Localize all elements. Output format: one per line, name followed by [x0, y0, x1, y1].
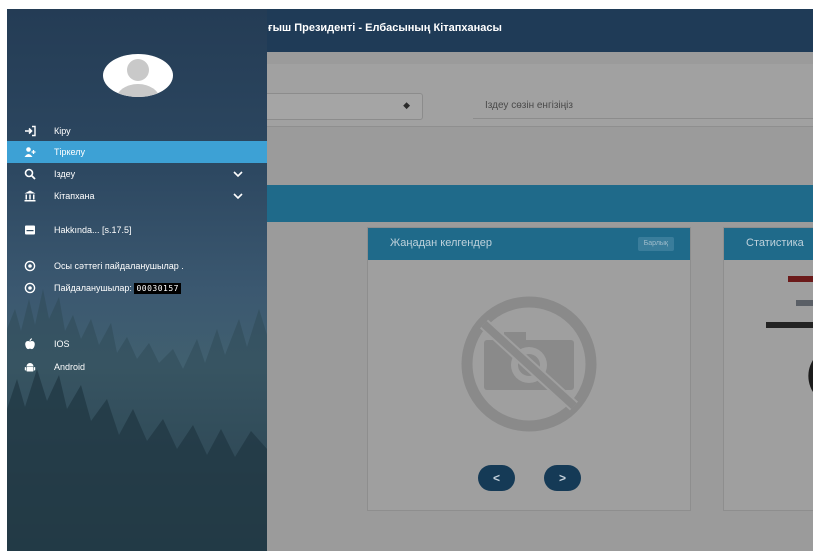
statistics-title: Статистика: [746, 237, 804, 249]
target-icon: [24, 260, 36, 272]
chevron-down-icon: [233, 171, 243, 178]
user-count-label: Пайдаланушылар:: [54, 283, 132, 293]
sidebar-item-search[interactable]: Іздеу: [7, 163, 267, 185]
statistics-card: Статистика: [723, 227, 813, 511]
sidebar-item-ios[interactable]: IOS: [7, 333, 267, 355]
view-all-button[interactable]: Барлық: [637, 237, 674, 251]
new-arrivals-card: Жаңадан келгендер Барлық < >: [367, 227, 691, 511]
header-title: ғыш Президенті - Елбасының Кітапханасы: [268, 22, 502, 34]
search-icon: [24, 168, 36, 180]
sidebar-item-label: IOS: [54, 339, 70, 349]
no-image-icon: [461, 296, 597, 432]
carousel-prev-button[interactable]: <: [478, 465, 515, 491]
card-icon: [25, 225, 35, 235]
add-user-icon: [24, 147, 36, 157]
apple-icon: [25, 338, 35, 350]
user-counter: 00030157: [134, 283, 181, 294]
sidebar-item-login[interactable]: Кіру: [7, 120, 267, 142]
statistics-header: Статистика: [724, 228, 813, 260]
sidebar-item-user-count: Пайдаланушылар: 00030157: [7, 277, 267, 299]
avatar[interactable]: [103, 54, 173, 97]
sidebar-item-label: Кіру: [54, 126, 71, 136]
statistics-chart-icon: [766, 276, 813, 396]
sidebar-item-label: Тіркелу: [54, 147, 85, 157]
sidebar-item-online-users: Осы сәттегі пайдаланушылар .: [7, 255, 267, 277]
sidebar-item-label: Пайдаланушылар: 00030157: [54, 277, 181, 300]
search-input[interactable]: [473, 93, 813, 119]
sidebar-item-library[interactable]: Кітапхана: [7, 185, 267, 207]
sidebar-item-label: Осы сәттегі пайдаланушылар .: [54, 261, 184, 271]
new-arrivals-title: Жаңадан келгендер: [390, 237, 492, 249]
android-icon: [24, 363, 36, 372]
sidebar: Кіру Тіркелу Іздеу Кітапхана Hakkında...…: [7, 9, 267, 551]
sidebar-item-android[interactable]: Android: [7, 356, 267, 378]
sidebar-item-label: Hakkında... [s.17.5]: [54, 225, 132, 235]
sidebar-item-register[interactable]: Тіркелу: [7, 141, 267, 163]
sidebar-item-about[interactable]: Hakkında... [s.17.5]: [7, 219, 267, 241]
select-caret-icon: ◆: [403, 100, 410, 110]
new-arrivals-header: Жаңадан келгендер Барлық: [368, 228, 690, 260]
login-icon: [25, 125, 36, 137]
sidebar-item-label: Android: [54, 362, 86, 372]
carousel-next-button[interactable]: >: [544, 465, 581, 491]
chevron-down-icon: [233, 193, 243, 200]
app-window: ғыш Президенті - Елбасының Кітапханасы ◆…: [7, 9, 813, 551]
library-icon: [24, 190, 36, 202]
target-icon: [24, 282, 36, 294]
sidebar-item-label: Кітапхана: [54, 191, 95, 201]
avatar-silhouette-icon: [116, 59, 160, 97]
sidebar-item-label: Іздеу: [54, 169, 76, 179]
forest-background: [7, 289, 267, 551]
